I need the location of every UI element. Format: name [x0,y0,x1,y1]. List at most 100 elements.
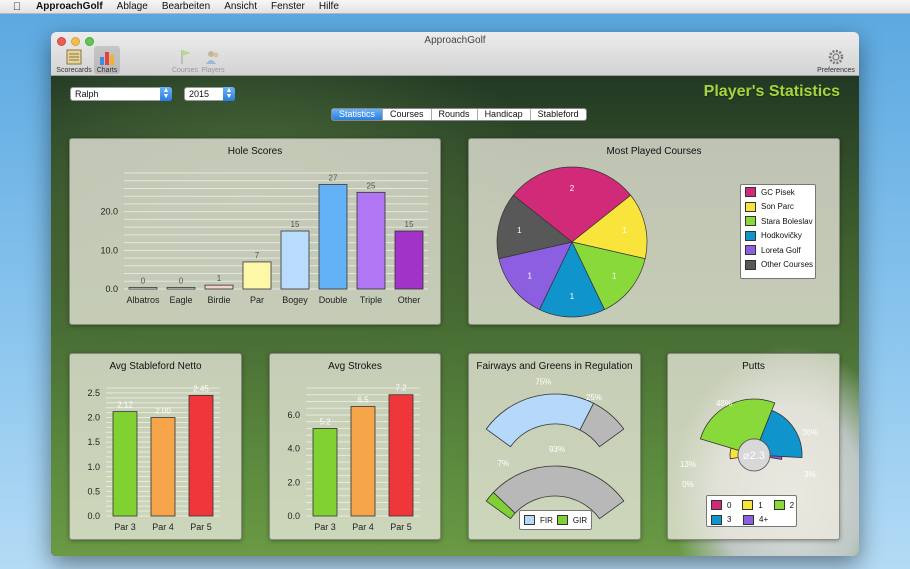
y-tick-label: 1.0 [87,462,100,472]
x-tick-label: Par 5 [190,522,212,532]
arc-value-label: 25% [586,393,602,402]
legend-swatch [745,245,756,256]
legend-item: Loreta Golf [741,243,815,258]
y-tick-label: 0.0 [87,511,100,521]
toolbar-players-button[interactable]: Players [200,46,226,74]
toolbar-scorecards-button[interactable]: Scorecards [55,46,93,74]
tab-statistics[interactable]: Statistics [332,109,384,120]
legend-item: Other Courses [741,258,815,273]
toolbar-preferences-label: Preferences [817,67,855,74]
bar [112,411,138,517]
pie-slice-label: 1 [612,272,617,281]
legend-label: Hodkovičky [761,231,802,241]
y-tick-label: 10.0 [100,245,118,255]
apple-icon[interactable]:  [8,1,26,13]
legend-label: 3 [727,515,732,525]
toolbar-courses-label: Courses [171,67,199,74]
tab-bar: Statistics Courses Rounds Handicap Stabl… [331,108,587,121]
legend-swatch [556,515,568,525]
bar [128,287,158,290]
putts-panel: Putts 0% 13% 48% 36% 3% ⌀2.3 0 1 2 3 4+ [667,353,840,540]
donut-value-label: 36% [802,428,818,437]
bar-value-label: 27 [329,174,338,183]
tab-stableford[interactable]: Stableford [531,109,586,120]
legend-swatch [745,201,756,212]
legend-label: Son Parc [761,202,794,212]
y-tick-label: 20.0 [100,207,118,217]
avg-strokes-chart: 0.0 2.0 4.0 6.0 5.2 Par 3 6.5 Par 4 7.2 Par 5 [287,384,420,532]
arc-segment [485,393,595,448]
legend-label: 1 [758,500,763,510]
legend-label: Other Courses [761,260,814,270]
x-tick-label: Par 4 [352,522,374,532]
menu-bearbeiten[interactable]: Bearbeiten [162,1,210,12]
toolbar-preferences-button[interactable]: Preferences [815,46,857,74]
content-area: Ralph ▲ ▼ 2015 ▲ ▼ Player's Statistics Sta… [51,76,859,556]
bar-value-label: 7.2 [395,384,407,393]
bar [312,428,338,517]
toolbar-courses-button[interactable]: Courses [172,46,198,74]
legend-swatch [711,514,722,525]
x-tick-label: Albatros [126,295,160,305]
x-tick-label: Par 4 [152,522,174,532]
legend-swatch [745,216,756,227]
avg-stableford-chart: 0.0 0.5 1.0 1.5 2.0 2.5 2.12 Par 3 2.00 Par 4 2.45… [87,384,220,532]
bar [318,184,348,290]
menu-ansicht[interactable]: Ansicht [224,1,257,12]
legend-label: 0 [727,500,732,510]
pie-slice-label: 1 [517,226,522,235]
y-tick-label: 0.5 [87,486,100,496]
avg-stableford-panel: Avg Stableford Netto 0.0 0.5 1.0 1.5 2.0 2.5 2… [69,353,242,540]
donut-value-label: 13% [680,460,696,469]
courses-legend: GC Pisek Son Parc Stara Boleslav Hodkovi… [740,184,816,279]
bar-value-label: 2.45 [193,384,209,393]
x-tick-label: Triple [360,295,382,305]
player-select[interactable]: Ralph ▲ ▼ [70,87,172,101]
y-tick-label: 2.0 [287,477,300,487]
pie-slice-label: 1 [570,292,575,301]
year-select[interactable]: 2015 ▲ ▼ [184,87,235,101]
x-tick-label: Birdie [207,295,230,305]
most-played-courses-panel: Most Played Courses 211111 GC Pisek Son … [468,138,840,325]
y-tick-label: 6.0 [287,410,300,420]
legend-swatch [742,500,754,511]
legend-item: 1 [738,498,769,513]
menu-ablage[interactable]: Ablage [117,1,148,12]
bar-chart-icon [98,49,116,65]
bar [356,191,386,290]
hole-scores-panel: Hole Scores 0.0 10.0 20.0 0 Albatros 0 Eagle 1 B… [69,138,441,325]
bar-value-label: 2.12 [117,401,133,410]
page-title: Player's Statistics [703,83,840,100]
donut-value-label: 48% [716,399,732,408]
menu-app-name[interactable]: ApproachGolf [36,1,103,12]
tab-courses[interactable]: Courses [383,109,432,120]
menu-fenster[interactable]: Fenster [271,1,305,12]
bar-value-label: 1 [217,274,222,283]
legend-label: GIR [572,515,588,525]
menu-hilfe[interactable]: Hilfe [319,1,339,12]
players-icon [204,49,222,65]
bar-value-label: 5.2 [319,417,331,426]
tab-handicap[interactable]: Handicap [478,109,531,120]
legend-label: 2 [789,500,795,510]
legend-swatch [743,514,754,525]
bar [242,261,272,290]
flag-icon [176,49,194,65]
bar [204,284,234,290]
bar [350,406,376,517]
bar [188,394,214,517]
legend-item: 0 [707,498,738,513]
legend-swatch [773,500,785,511]
y-tick-label: 4.0 [287,444,300,454]
arc-value-label: 75% [535,378,551,387]
toolbar-charts-button[interactable]: Charts [94,46,120,74]
legend-item: 4+ [739,513,771,528]
bar-value-label: 7 [255,251,260,260]
menu-bar:  ApproachGolf Ablage Bearbeiten Ansicht… [0,0,910,14]
player-select-value: Ralph [75,89,99,99]
donut-segment [769,455,783,460]
tab-rounds[interactable]: Rounds [432,109,478,120]
putts-legend: 0 1 2 3 4+ [706,495,797,527]
bar-value-label: 0 [179,277,184,286]
pie-slice-label: 1 [622,226,627,235]
